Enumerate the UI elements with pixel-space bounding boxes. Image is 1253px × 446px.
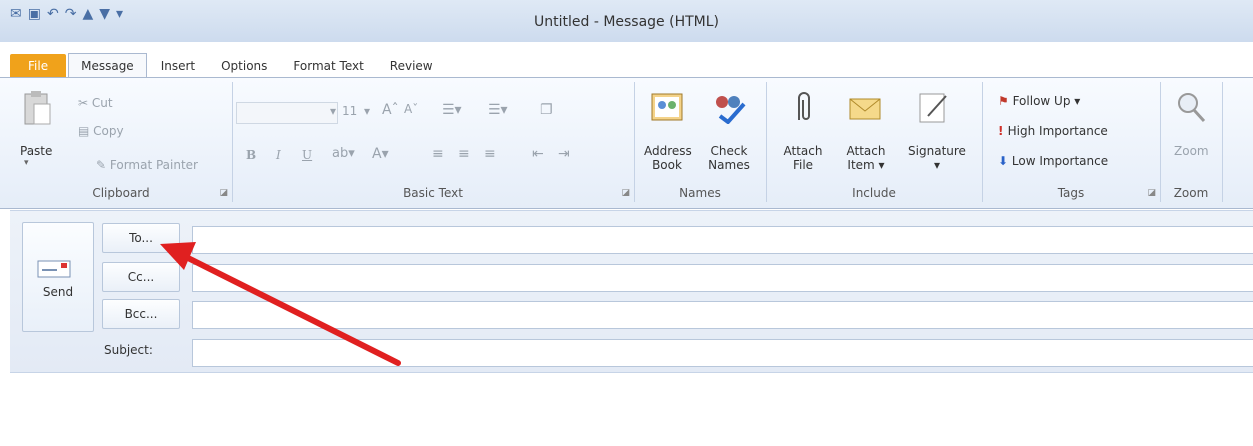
- annotation-arrow: [160, 242, 401, 366]
